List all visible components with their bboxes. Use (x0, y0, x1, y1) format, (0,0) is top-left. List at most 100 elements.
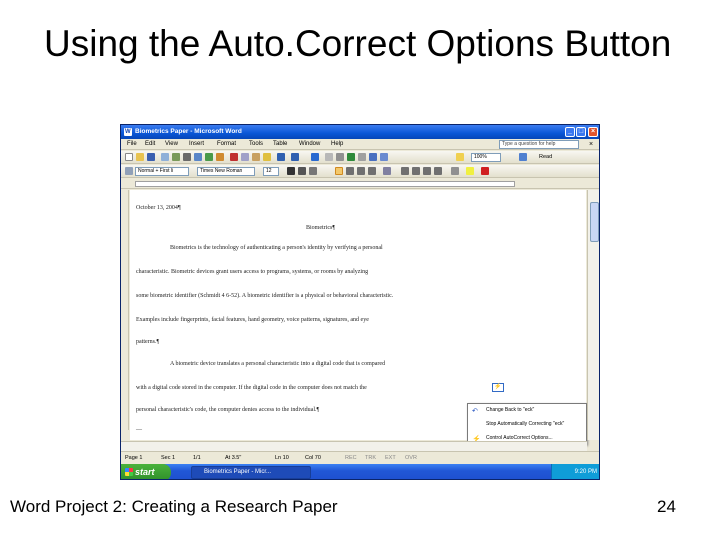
align-left-icon[interactable] (335, 167, 343, 175)
insert-table-icon[interactable] (336, 153, 344, 161)
highlight-icon[interactable] (466, 167, 474, 175)
help-icon[interactable] (519, 153, 527, 161)
menu-insert[interactable]: Insert (189, 140, 204, 149)
scroll-thumb[interactable] (590, 202, 599, 242)
format-painter-icon[interactable] (263, 153, 271, 161)
columns-icon[interactable] (358, 153, 366, 161)
underline-icon[interactable] (309, 167, 317, 175)
font-size-select[interactable]: 12 (263, 167, 279, 176)
status-ovr[interactable]: OVR (405, 453, 417, 463)
title-bar: Biometrics Paper - Microsoft Word _ □ × (121, 125, 599, 139)
taskbar-item-word[interactable]: Biometrics Paper - Micr... (191, 466, 311, 479)
undo-icon[interactable] (277, 153, 285, 161)
menu-view[interactable]: View (165, 140, 178, 149)
print-icon[interactable] (183, 153, 191, 161)
italic-icon[interactable] (298, 167, 306, 175)
zoom-select[interactable]: 100% (471, 153, 501, 162)
bold-icon[interactable] (287, 167, 295, 175)
new-document-icon[interactable] (125, 153, 133, 161)
doc-line: with a digital code stored in the comput… (136, 385, 367, 391)
font-color-icon[interactable] (481, 167, 489, 175)
permission-icon[interactable] (161, 153, 169, 161)
insert-excel-icon[interactable] (347, 153, 355, 161)
doc-line: patterns.¶ (136, 339, 160, 345)
status-at: At 3.5" (225, 455, 242, 461)
bullets-icon[interactable] (412, 167, 420, 175)
maximize-button[interactable]: □ (576, 127, 586, 137)
align-center-icon[interactable] (346, 167, 354, 175)
word-app-icon (124, 125, 132, 139)
justify-icon[interactable] (368, 167, 376, 175)
doc-line: Examples include fingerprints, facial fe… (136, 317, 369, 323)
undo-icon: ↶ (472, 408, 478, 415)
horizontal-ruler[interactable] (121, 179, 599, 189)
status-ext[interactable]: EXT (385, 453, 396, 463)
save-icon[interactable] (147, 153, 155, 161)
help-search-input[interactable]: Type a question for help (499, 140, 579, 149)
doc-line: A biometric device translates a personal… (170, 361, 386, 367)
menu-help[interactable]: Help (331, 140, 343, 149)
copy-icon[interactable] (241, 153, 249, 161)
status-sec: Sec 1 (161, 455, 176, 461)
read-button[interactable]: Read (539, 153, 552, 162)
status-rec[interactable]: REC (345, 453, 357, 463)
slide-title: Using the Auto.Correct Options Button (44, 23, 672, 64)
email-icon[interactable] (172, 153, 180, 161)
vertical-ruler (121, 190, 129, 430)
menu-tools[interactable]: Tools (249, 140, 263, 149)
autocorrect-options-menu: ↶ Change Back to "eck" Stop Automaticall… (467, 403, 587, 445)
word-window: Biometrics Paper - Microsoft Word _ □ × … (120, 124, 600, 480)
hyperlink-icon[interactable] (311, 153, 319, 161)
status-trk[interactable]: TRK (365, 453, 376, 463)
slide-number: 24 (657, 497, 676, 516)
menu-item-stop-correcting[interactable]: Stop Automatically Correcting "eck" (486, 421, 564, 428)
close-button[interactable]: × (588, 127, 598, 137)
minimize-button[interactable]: _ (565, 127, 575, 137)
ruler-track (135, 181, 515, 187)
menu-item-change-back[interactable]: Change Back to "eck" (486, 407, 534, 414)
styles-formatting-icon[interactable] (125, 167, 133, 175)
menu-format[interactable]: Format (217, 140, 236, 149)
align-right-icon[interactable] (357, 167, 365, 175)
research-icon[interactable] (216, 153, 224, 161)
style-select[interactable]: Normal + First li (135, 167, 189, 176)
doc-line: October 13, 2004¶ (136, 205, 181, 211)
paste-icon[interactable] (252, 153, 260, 161)
redo-icon[interactable] (291, 153, 299, 161)
vertical-scrollbar[interactable] (587, 190, 599, 440)
status-col: Col 70 (305, 455, 321, 461)
status-pages: 1/1 (193, 455, 201, 461)
doc-line: characteristic. Biometric devices grant … (136, 269, 369, 275)
font-select[interactable]: Times New Roman (197, 167, 255, 176)
decrease-indent-icon[interactable] (423, 167, 431, 175)
border-icon[interactable] (451, 167, 459, 175)
menu-file[interactable]: File (127, 140, 137, 149)
autocorrect-options-button[interactable]: ⚡ (492, 383, 504, 392)
doc-line: — (136, 427, 142, 433)
tables-borders-icon[interactable] (325, 153, 333, 161)
status-page: Page 1 (125, 455, 143, 461)
show-hide-icon[interactable] (456, 153, 464, 161)
menu-window[interactable]: Window (299, 140, 320, 149)
drawing-icon[interactable] (369, 153, 377, 161)
taskbar: start Biometrics Paper - Micr... 9:20 PM (121, 464, 599, 479)
print-preview-icon[interactable] (194, 153, 202, 161)
menu-edit[interactable]: Edit (145, 140, 155, 149)
document-close-icon[interactable]: × (589, 140, 593, 149)
cut-icon[interactable] (230, 153, 238, 161)
status-ln: Ln 10 (275, 455, 289, 461)
formatting-toolbar: Normal + First li Times New Roman 12 (121, 165, 599, 178)
start-button[interactable]: start (121, 464, 171, 479)
document-map-icon[interactable] (380, 153, 388, 161)
system-clock: 9:20 PM (551, 464, 599, 479)
doc-line: some biometric identifier (Schmidt 4 6-5… (136, 293, 394, 299)
increase-indent-icon[interactable] (434, 167, 442, 175)
horizontal-scrollbar[interactable] (121, 441, 587, 451)
window-title: Biometrics Paper - Microsoft Word (135, 128, 242, 135)
menu-table[interactable]: Table (273, 140, 287, 149)
spelling-icon[interactable] (205, 153, 213, 161)
numbering-icon[interactable] (401, 167, 409, 175)
line-spacing-icon[interactable] (383, 167, 391, 175)
open-folder-icon[interactable] (136, 153, 144, 161)
doc-line: Biometrics is the technology of authenti… (170, 245, 383, 251)
